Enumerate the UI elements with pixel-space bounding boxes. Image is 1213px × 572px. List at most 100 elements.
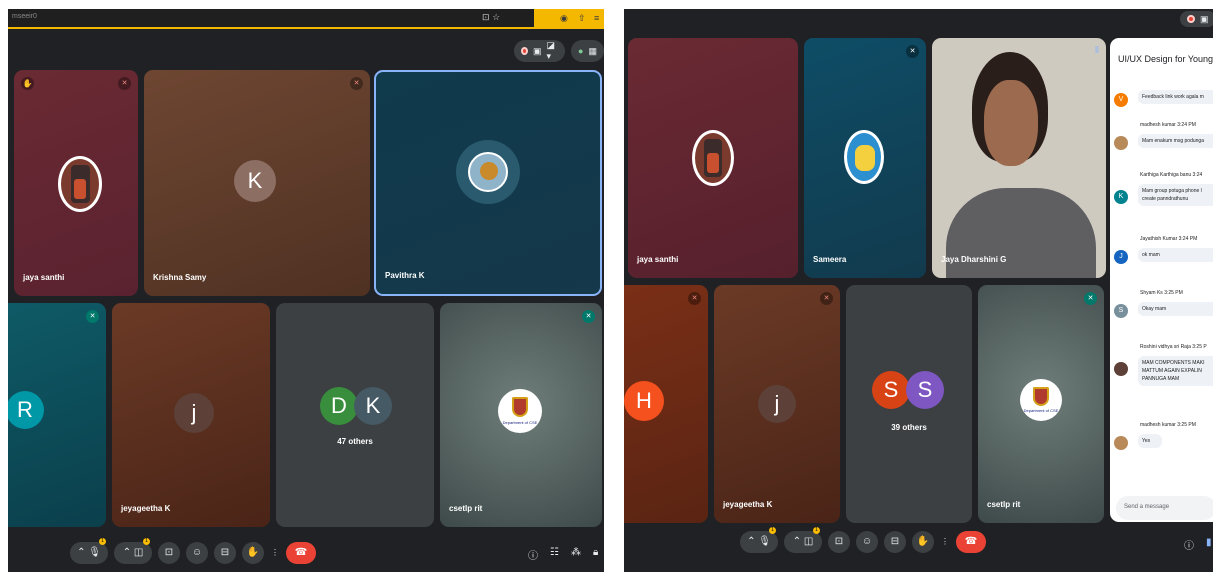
participant-name: jaya santhi <box>23 273 65 282</box>
participant-tile[interactable]: ✕ H <box>624 285 708 523</box>
recording-pill[interactable]: ▣ ◪ ▾ <box>514 40 566 62</box>
info-icon[interactable]: ⓘ <box>1184 537 1194 552</box>
chevron-up-icon: ⌃ <box>77 547 86 558</box>
captions-icon: ⊡ <box>164 547 174 558</box>
more-options-button[interactable]: ⋮ <box>270 542 280 564</box>
menu-icon[interactable]: ≡ <box>594 13 599 23</box>
captions-button[interactable]: ⊡ <box>158 542 180 564</box>
sender-name: madhesh kumar <box>1140 122 1176 128</box>
sender-name: madhesh kumar <box>1140 422 1176 428</box>
avatar: Department of CSE <box>498 389 542 433</box>
call-controls: ⌃ 🎙 1 ⌃ ◫ 1 ⊡ ☺ ⊟ ✋ ⋮ ☎ <box>740 527 986 553</box>
end-call-icon: ☎ <box>294 547 308 558</box>
star-icon[interactable]: ☆ <box>492 12 500 22</box>
participant-name: Jaya Dharshini G <box>941 255 1007 264</box>
leave-call-button[interactable]: ☎ <box>956 531 986 553</box>
avatar: J <box>1114 250 1128 264</box>
avatar: Department of CSE <box>1020 379 1062 421</box>
browser-toolbar: mseeir0 ⊡ ☆ ◉ ⇧ ≡ <box>8 9 604 29</box>
present-icon: ⊟ <box>220 547 230 558</box>
recording-pill[interactable]: ▣ <box>1180 11 1213 27</box>
lock-icon[interactable]: 🔒︎ <box>593 547 598 562</box>
participant-tile-pinned[interactable]: Pavithra K <box>374 70 602 296</box>
avatar: R <box>8 391 44 429</box>
sender-name: Jayathish Kumar <box>1140 236 1178 242</box>
avatar: V <box>1114 93 1128 107</box>
emoji-button[interactable]: ☺ <box>856 531 878 553</box>
mic-muted-icon: ✕ <box>86 310 99 323</box>
avatar: S <box>906 371 944 409</box>
share-icon[interactable]: ⇧ <box>578 13 586 24</box>
message-time: 3:24 PM <box>1178 236 1198 242</box>
notification-badge: 1 <box>813 527 820 534</box>
participant-tile[interactable]: j jeyageetha K <box>112 303 270 527</box>
chat-message-input[interactable]: Send a message <box>1116 496 1213 520</box>
speaking-icon: ⦀ <box>1095 45 1099 55</box>
captions-button[interactable]: ⊡ <box>828 531 850 553</box>
camera-button[interactable]: ⌃ ◫ 1 <box>114 538 152 564</box>
message-time: 3:24 PM <box>1177 122 1196 128</box>
recording-icon <box>521 47 528 55</box>
meet-screen-right: ▣ jaya santhi ✕ Sameera ⦀ Jaya Dharshini… <box>624 9 1213 572</box>
emoji-icon: ☺ <box>861 536 873 547</box>
activities-icon[interactable]: ⁂ <box>571 547 581 562</box>
mic-muted-icon: ✕ <box>906 45 919 58</box>
others-count: 47 others <box>337 437 373 446</box>
leave-call-button[interactable]: ☎ <box>286 542 316 564</box>
more-options-button[interactable]: ⋮ <box>940 531 950 553</box>
call-controls: ⌃ 🎙 1 ⌃ ◫ 1 ⊡ ☺ ⊟ ✋ ⋮ ☎ <box>70 538 316 564</box>
chat-placeholder: Send a message <box>1124 504 1170 510</box>
hand-icon: ✋ <box>246 547 260 558</box>
avatar: S <box>872 371 910 409</box>
sender-name: Karthiga Karthiga banu <box>1140 172 1192 178</box>
message-text: Okay mam <box>1138 302 1213 316</box>
captions-icon: ▣ <box>532 45 542 56</box>
address-bar[interactable]: mseeir0 <box>12 13 37 20</box>
mic-button[interactable]: ⌃ 🎙 1 <box>70 538 108 564</box>
participant-tile[interactable]: ✕ Department of CSE csetlp rit <box>440 303 602 527</box>
hand-icon: ✋ <box>916 536 930 547</box>
raise-hand-button[interactable]: ✋ <box>912 531 934 553</box>
participant-name: Pavithra K <box>385 271 425 280</box>
participant-tile-video[interactable]: ⦀ Jaya Dharshini G <box>932 38 1106 278</box>
avatar: j <box>174 393 214 433</box>
present-button[interactable]: ⊟ <box>214 542 236 564</box>
participant-tile[interactable]: ✕ Department of CSE csetlp rit <box>978 285 1104 523</box>
mic-button[interactable]: ⌃ 🎙 1 <box>740 527 778 553</box>
participant-tile[interactable]: ✕ j jeyageetha K <box>714 285 840 523</box>
chat-icon[interactable]: ▮ <box>1206 537 1212 552</box>
record-icon[interactable]: ◉ <box>560 13 568 24</box>
avatar: K <box>234 160 276 202</box>
raise-hand-button[interactable]: ✋ <box>242 542 264 564</box>
participant-tile[interactable]: ✕ R <box>8 303 106 527</box>
people-icon[interactable]: ☷ <box>550 547 559 562</box>
avatar: K <box>1114 190 1128 204</box>
participant-tile[interactable]: jaya santhi <box>628 38 798 278</box>
avatar <box>58 156 102 212</box>
message-time: 3:24 <box>1192 172 1203 178</box>
meet-screen-left: mseeir0 ⊡ ☆ ◉ ⇧ ≡ ▣ ◪ ▾ ● ▦ ✋ ✕ jaya san… <box>8 9 604 572</box>
message-text: Mam enakum msg podunga <box>1138 134 1213 148</box>
others-tile[interactable]: S S 39 others <box>846 285 972 523</box>
participants-pill[interactable]: ● ▦ <box>571 40 604 62</box>
people-icon: ● <box>578 46 584 56</box>
participant-tile[interactable]: ✕ K Krishna Samy <box>144 70 370 296</box>
info-icon[interactable]: ⓘ <box>528 547 538 562</box>
participant-name: jeyageetha K <box>121 504 171 513</box>
emoji-button[interactable]: ☺ <box>186 542 208 564</box>
camera-button[interactable]: ⌃ ◫ 1 <box>784 527 822 553</box>
mic-muted-icon: ✕ <box>688 292 701 305</box>
meeting-top-controls: ▣ <box>1180 11 1213 27</box>
notification-badge: 1 <box>143 538 150 545</box>
participant-tile[interactable]: ✋ ✕ jaya santhi <box>14 70 138 296</box>
participant-tile[interactable]: ✕ Sameera <box>804 38 926 278</box>
message-time: 3:25 PM <box>1177 422 1196 428</box>
chevron-up-icon: ⌃ <box>792 536 802 547</box>
screen-icon[interactable]: ⊡ <box>482 12 490 22</box>
side-panel-icons: ⓘ ☷ ⁂ 🔒︎ <box>528 547 598 562</box>
mic-muted-icon: ✕ <box>820 292 833 305</box>
others-tile[interactable]: D K 47 others <box>276 303 434 527</box>
meeting-title: UI/UX Design for Young min <box>1118 54 1213 64</box>
present-button[interactable]: ⊟ <box>884 531 906 553</box>
chevron-up-icon: ⌃ <box>747 536 756 547</box>
